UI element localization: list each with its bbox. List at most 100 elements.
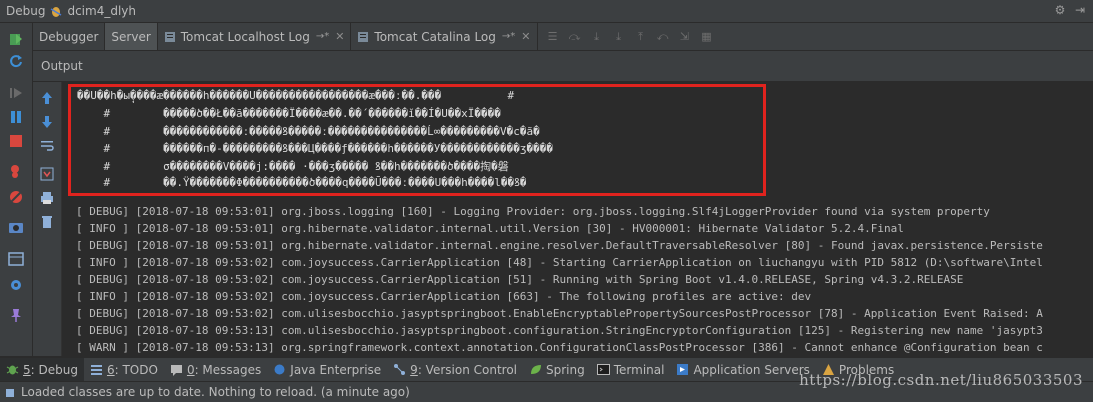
force-step-into-icon[interactable]: ⤓ (612, 30, 626, 44)
garbled-line: # ������������ː�����ꝸ�����ː�������������… (77, 125, 540, 138)
print-icon[interactable] (39, 190, 55, 206)
close-icon[interactable]: ✕ (521, 30, 530, 43)
soft-wrap-icon[interactable] (39, 138, 55, 154)
tool-todo[interactable]: 6: TODO (84, 358, 164, 381)
rerun-icon[interactable] (8, 31, 24, 47)
log-line: [ DEBUG] [2018-07-18 09:53:02] com.ulise… (76, 307, 1043, 320)
pin-tab-icon[interactable]: →* (502, 31, 515, 42)
settings-icon[interactable]: ⚙ (1053, 3, 1067, 17)
tool-label: : Version Control (417, 362, 517, 377)
tab-label: Debugger (39, 29, 99, 44)
tool-terminal[interactable]: Terminal (591, 358, 671, 381)
step-over-icon[interactable]: ⤼ (568, 30, 582, 44)
tab-debugger[interactable]: Debugger (33, 23, 106, 50)
output-header: Output (33, 51, 1093, 82)
tool-label: : TODO (114, 362, 158, 377)
step-into-icon[interactable]: ⤓ (590, 30, 604, 44)
refresh-icon[interactable] (8, 53, 24, 69)
log-line: [ DEBUG] [2018-07-18 09:53:01] org.jboss… (76, 205, 990, 218)
tool-version-control[interactable]: 9: Version Control (387, 358, 523, 381)
pin-icon[interactable] (8, 307, 24, 323)
pause-icon[interactable] (8, 109, 24, 125)
tab-label: Tomcat Catalina Log (374, 29, 496, 44)
run-to-cursor-icon[interactable]: ⇲ (678, 30, 692, 44)
tool-application-servers[interactable]: Application Servers (670, 358, 815, 381)
tool-label: : Debug (30, 362, 78, 377)
clear-all-icon[interactable] (39, 214, 55, 230)
settings-gear-icon[interactable] (8, 277, 24, 293)
tool-label: Spring (546, 362, 585, 377)
view-breakpoints-icon[interactable] (8, 163, 24, 179)
log-file-icon (164, 31, 176, 43)
hide-panel-icon[interactable]: ⇥ (1073, 3, 1087, 17)
log-file-icon (357, 31, 369, 43)
garbled-line: # ��.Ϋ�������Φ����������ծ����q����Ū���ː�… (77, 176, 527, 189)
mute-breakpoints-icon[interactable] (8, 189, 24, 205)
evaluate-expression-icon[interactable]: ▦ (700, 30, 714, 44)
log-line: [ DEBUG] [2018-07-18 09:53:13] com.ulise… (76, 324, 1043, 337)
title-bar: Debug dcim4_dlyh ⚙ ⇥ (0, 0, 1093, 23)
garbled-line: # ������п�-���������ꝸ���Ц����ƒ������h���… (77, 142, 553, 155)
garbled-line: # σ��������V����j:���� ·���ʒ����� ꝸ��h��… (77, 160, 509, 173)
bug-icon (6, 363, 19, 376)
pin-tab-icon[interactable]: →* (316, 31, 329, 42)
window-title: Debug (6, 4, 46, 18)
log-line: [ INFO ] [2018-07-18 09:53:01] org.hiber… (76, 222, 904, 235)
arrow-down-icon[interactable] (39, 114, 55, 130)
tool-key: 0 (186, 362, 195, 377)
debug-tabs: Debugger Server Tomcat Localhost Log →* … (33, 23, 1093, 51)
log-line: [ INFO ] [2018-07-18 09:53:02] com.joysu… (76, 256, 1043, 269)
resume-icon[interactable] (8, 85, 24, 101)
tool-key: 6 (106, 362, 115, 377)
todo-icon (90, 363, 103, 376)
stop-icon[interactable] (8, 133, 24, 149)
stepping-toolbar: ☰ ⤼ ⤓ ⤓ ⤒ ⤺ ⇲ ▦ (538, 23, 714, 50)
garbled-line: ��U��h�ы̘����æ������h������U������������… (77, 89, 515, 102)
tool-java-enterprise[interactable]: Java Enterprise (267, 358, 387, 381)
tool-label: : Messages (194, 362, 262, 377)
log-line: [ DEBUG] [2018-07-18 09:53:02] com.joysu… (76, 273, 964, 286)
garbled-line: # �����ծ��Ł��ā�������Ï����æ��.��´������ǐ… (77, 107, 501, 120)
tab-label: Tomcat Localhost Log (180, 29, 310, 44)
terminal-icon (596, 363, 610, 376)
tool-key: 9 (410, 362, 418, 377)
debug-left-toolbar (0, 23, 33, 356)
tool-label: Application Servers (693, 362, 810, 377)
close-icon[interactable]: ✕ (335, 30, 344, 43)
tool-messages[interactable]: 0: Messages (164, 358, 267, 381)
version-control-icon (393, 363, 406, 376)
drop-frame-icon[interactable]: ⤺ (656, 30, 670, 44)
tab-tomcat-catalina-log[interactable]: Tomcat Catalina Log →* ✕ (351, 23, 538, 50)
tool-debug[interactable]: 5: Debug (0, 358, 84, 381)
application-servers-icon (676, 363, 689, 376)
tool-spring[interactable]: Spring (523, 358, 591, 381)
status-icon (5, 387, 15, 397)
log-line: [ INFO ] [2018-07-18 09:53:02] com.joysu… (76, 290, 812, 303)
watermark: https://blog.csdn.net/liu865033503 (799, 371, 1083, 389)
messages-icon (170, 363, 183, 376)
bug-config-icon (49, 4, 63, 18)
show-execution-point-icon[interactable]: ☰ (546, 30, 560, 44)
tab-tomcat-localhost-log[interactable]: Tomcat Localhost Log →* ✕ (158, 23, 352, 50)
tool-label: Java Enterprise (290, 362, 382, 377)
tab-label: Server (111, 29, 151, 44)
java-enterprise-icon (273, 363, 286, 376)
tab-server[interactable]: Server (105, 23, 158, 50)
log-line: [ WARN ] [2018-07-18 09:53:13] org.sprin… (76, 341, 1043, 354)
camera-icon[interactable] (8, 219, 24, 235)
tool-label: Terminal (613, 362, 665, 377)
arrow-up-icon[interactable] (39, 90, 55, 106)
spring-icon (529, 363, 542, 376)
status-message: Loaded classes are up to date. Nothing t… (21, 385, 410, 399)
tool-key: 5 (23, 362, 31, 377)
log-line: [ DEBUG] [2018-07-18 09:53:01] org.hiber… (76, 239, 1043, 252)
layout-icon[interactable] (8, 251, 24, 267)
output-title: Output (41, 59, 83, 73)
garbled-output-highlight: ��U��h�ы̘����æ������h������U������������… (68, 84, 766, 196)
step-out-icon[interactable]: ⤒ (634, 30, 648, 44)
console-toolbar (33, 82, 62, 356)
log-lines: [ DEBUG] [2018-07-18 09:53:01] org.jboss… (76, 203, 1043, 356)
scroll-to-end-icon[interactable] (39, 166, 55, 182)
console-output[interactable]: ��U��h�ы̘����æ������h������U������������… (62, 82, 1093, 356)
run-config-name: dcim4_dlyh (67, 4, 136, 18)
